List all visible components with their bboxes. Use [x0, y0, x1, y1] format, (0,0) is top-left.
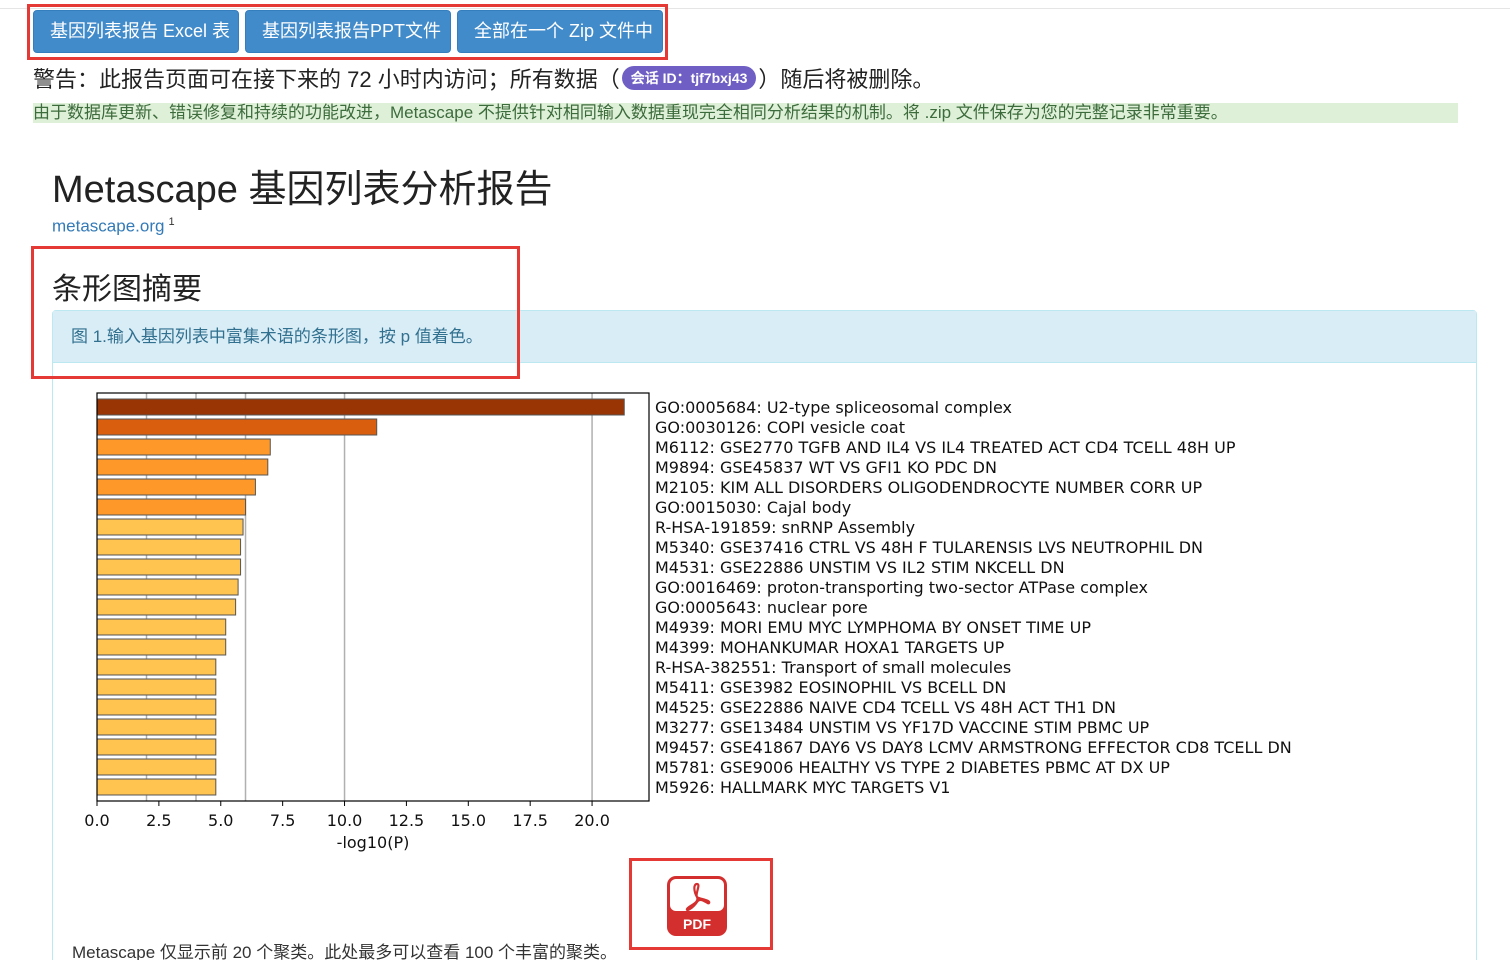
bar [96, 418, 378, 436]
footnote-marker: 1 [168, 216, 175, 228]
metascape-link-text: metascape.org [52, 216, 165, 236]
bar [96, 598, 237, 616]
bar [96, 538, 242, 556]
category-label: M5926: HALLMARK MYC TARGETS V1 [655, 778, 950, 797]
category-label: GO:0005684: U2-type spliceosomal complex [655, 398, 1012, 417]
session-id-badge: 会话 ID：tjf7bxj43 [621, 66, 757, 90]
pdf-icon-label: PDF [683, 916, 711, 932]
category-label: R-HSA-191859: snRNP Assembly [655, 518, 915, 537]
category-label: M5340: GSE37416 CTRL VS 48H F TULARENSIS… [655, 538, 1203, 557]
x-tick-label: 2.5 [146, 811, 171, 830]
enrichment-bar-chart: GO:0005684: U2-type spliceosomal complex… [84, 392, 1292, 852]
bar [96, 638, 227, 656]
x-tick-label: 15.0 [450, 811, 486, 830]
category-label: M9894: GSE45837 WT VS GFI1 KO PDC DN [655, 458, 997, 477]
warning-message: 警告：此报告页面可在接下来的 72 小时内访问；所有数据（ 会话 ID：tjf7… [33, 62, 934, 94]
bar [96, 498, 247, 516]
warning-prefix: 警告：此报告页面可在接下来的 72 小时内访问；所有数据（ [33, 67, 620, 92]
bar [96, 518, 244, 536]
bar [96, 678, 217, 696]
reproducibility-note: 由于数据库更新、错误修复和持续的功能改进，Metascape 不提供针对相同输入… [33, 103, 1458, 123]
bar [96, 478, 256, 496]
category-label: M5781: GSE9006 HEALTHY VS TYPE 2 DIABETE… [655, 758, 1170, 777]
x-tick-label: 17.5 [512, 811, 548, 830]
category-label: GO:0030126: COPI vesicle coat [655, 418, 905, 437]
category-label: M4525: GSE22886 NAIVE CD4 TCELL VS 48H A… [655, 698, 1116, 717]
top-divider [0, 8, 1510, 9]
category-label: M4939: MORI EMU MYC LYMPHOMA BY ONSET TI… [655, 618, 1091, 637]
figure-caption: 图 1.输入基因列表中富集术语的条形图，按 p 值着色。 [53, 311, 1476, 363]
excel-report-button[interactable]: 基因列表报告 Excel 表 [33, 10, 239, 53]
bar [96, 718, 217, 736]
bar [96, 578, 239, 596]
bar [96, 658, 217, 676]
ppt-report-button[interactable]: 基因列表报告PPT文件 [245, 10, 451, 53]
bar [96, 458, 269, 476]
bar [96, 398, 625, 416]
download-button-group: 基因列表报告 Excel 表 基因列表报告PPT文件 全部在一个 Zip 文件中 [33, 10, 663, 53]
zip-download-button[interactable]: 全部在一个 Zip 文件中 [457, 10, 663, 53]
category-label: M4399: MOHANKUMAR HOXA1 TARGETS UP [655, 638, 1005, 657]
page-title: Metascape 基因列表分析报告 [52, 169, 553, 211]
bar [96, 698, 217, 716]
bar [96, 438, 271, 456]
section-title: 条形图摘要 [52, 273, 202, 306]
bar [96, 758, 217, 776]
x-tick-label: 20.0 [574, 811, 610, 830]
x-tick-label: 5.0 [208, 811, 233, 830]
x-axis-label: -log10(P) [337, 833, 410, 852]
category-label: M5411: GSE3982 EOSINOPHIL VS BCELL DN [655, 678, 1006, 697]
bar [96, 738, 217, 756]
category-label: R-HSA-382551: Transport of small molecul… [655, 658, 1011, 677]
category-label: GO:0005643: nuclear pore [655, 598, 868, 617]
x-tick-label: 10.0 [327, 811, 363, 830]
bar [96, 618, 227, 636]
category-label: M9457: GSE41867 DAY6 VS DAY8 LCMV ARMSTR… [655, 738, 1292, 757]
category-label: GO:0016469: proton-transporting two-sect… [655, 578, 1148, 597]
warning-suffix: ）随后将被删除。 [758, 67, 935, 92]
category-label: M4531: GSE22886 UNSTIM VS IL2 STIM NKCEL… [655, 558, 1065, 577]
category-label: M6112: GSE2770 TGFB AND IL4 VS IL4 TREAT… [655, 438, 1236, 457]
metascape-link[interactable]: metascape.org 1 [52, 216, 175, 237]
x-tick-label: 12.5 [389, 811, 425, 830]
category-label: M3277: GSE13484 UNSTIM VS YF17D VACCINE … [655, 718, 1150, 737]
bar [96, 558, 242, 576]
x-tick-label: 0.0 [84, 811, 109, 830]
cluster-limit-note: Metascape 仅显示前 20 个聚类。此处最多可以查看 100 个丰富的聚… [72, 943, 618, 960]
bar [96, 778, 217, 796]
category-label: GO:0015030: Cajal body [655, 498, 851, 517]
category-label: M2105: KIM ALL DISORDERS OLIGODENDROCYTE… [655, 478, 1203, 497]
x-tick-label: 7.5 [270, 811, 295, 830]
pdf-download-icon[interactable]: PDF [666, 875, 728, 937]
